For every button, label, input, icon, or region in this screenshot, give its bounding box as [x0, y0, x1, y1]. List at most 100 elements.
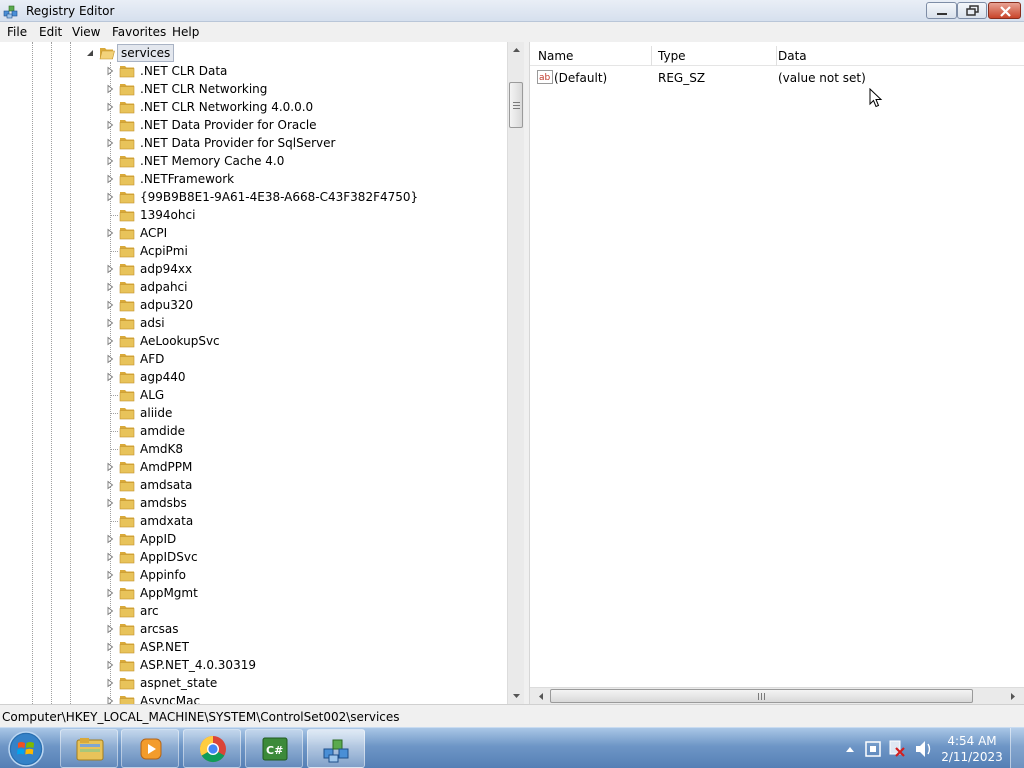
minimize-button[interactable]	[926, 2, 957, 19]
expand-arrow-icon[interactable]	[105, 678, 115, 688]
tree-node[interactable]: amdide	[0, 422, 506, 440]
expand-arrow-icon[interactable]	[105, 606, 115, 616]
column-header-name[interactable]: Name	[538, 49, 573, 63]
expand-arrow-icon[interactable]	[105, 660, 115, 670]
tree-node[interactable]: AmdPPM	[0, 458, 506, 476]
tree-scroll-thumb[interactable]	[509, 82, 523, 128]
menu-view[interactable]: View	[72, 25, 100, 39]
expand-arrow-icon[interactable]	[105, 228, 115, 238]
tree-node[interactable]: AFD	[0, 350, 506, 368]
column-divider-type[interactable]	[776, 46, 777, 66]
taskbar-media-player[interactable]	[121, 729, 179, 768]
start-button[interactable]	[6, 730, 46, 768]
scroll-left-arrow-icon[interactable]	[532, 688, 549, 705]
tree-node[interactable]: ACPI	[0, 224, 506, 242]
tree-node[interactable]: AcpiPmi	[0, 242, 506, 260]
menu-help[interactable]: Help	[172, 25, 199, 39]
restore-button[interactable]	[957, 2, 987, 19]
scroll-right-arrow-icon[interactable]	[1005, 688, 1022, 705]
title-bar[interactable]: Registry Editor	[0, 0, 1024, 22]
values-horizontal-scrollbar[interactable]	[530, 687, 1024, 704]
expand-arrow-icon[interactable]	[105, 84, 115, 94]
show-desktop-button[interactable]	[1010, 728, 1024, 768]
value-row-default[interactable]: ab (Default) REG_SZ (value not set)	[530, 69, 1024, 87]
tree-node[interactable]: amdsata	[0, 476, 506, 494]
taskbar-chrome[interactable]	[183, 729, 241, 768]
tree-node[interactable]: ALG	[0, 386, 506, 404]
tree-node[interactable]: amdsbs	[0, 494, 506, 512]
expand-arrow-icon[interactable]	[105, 336, 115, 346]
close-button[interactable]	[988, 2, 1021, 19]
expand-arrow-icon[interactable]	[105, 498, 115, 508]
expand-arrow-icon[interactable]	[105, 624, 115, 634]
expand-arrow-icon[interactable]	[105, 588, 115, 598]
tree-node[interactable]: .NET Memory Cache 4.0	[0, 152, 506, 170]
menu-edit[interactable]: Edit	[39, 25, 62, 39]
expand-arrow-icon[interactable]	[105, 462, 115, 472]
tree-node[interactable]: 1394ohci	[0, 206, 506, 224]
expand-arrow-icon[interactable]	[105, 552, 115, 562]
expand-arrow-icon[interactable]	[105, 66, 115, 76]
tree-node[interactable]: amdxata	[0, 512, 506, 530]
menu-favorites[interactable]: Favorites	[112, 25, 166, 39]
scroll-up-arrow-icon[interactable]	[508, 42, 525, 59]
expand-arrow-icon[interactable]	[105, 192, 115, 202]
scroll-down-arrow-icon[interactable]	[508, 687, 525, 704]
values-scroll-thumb[interactable]	[550, 689, 973, 703]
expand-arrow-icon[interactable]	[105, 570, 115, 580]
tree-node-services[interactable]: services	[0, 44, 506, 62]
tree-node[interactable]: AppIDSvc	[0, 548, 506, 566]
expand-arrow-icon[interactable]	[105, 282, 115, 292]
tree-node[interactable]: .NET Data Provider for SqlServer	[0, 134, 506, 152]
tree-node[interactable]: adsi	[0, 314, 506, 332]
tree-node[interactable]: agp440	[0, 368, 506, 386]
expand-arrow-icon[interactable]	[105, 480, 115, 490]
tree-node[interactable]: AeLookupSvc	[0, 332, 506, 350]
expand-arrow-icon[interactable]	[105, 300, 115, 310]
expand-arrow-icon[interactable]	[105, 696, 115, 704]
tree-node[interactable]: aliide	[0, 404, 506, 422]
tree-node[interactable]: .NET CLR Data	[0, 62, 506, 80]
tree-node[interactable]: AppID	[0, 530, 506, 548]
taskbar-registry-editor[interactable]	[307, 729, 365, 768]
expand-arrow-icon[interactable]	[105, 354, 115, 364]
registry-tree-pane[interactable]: services .NET CLR Data .NET CLR Networkin…	[0, 42, 524, 704]
column-divider-name[interactable]	[651, 46, 652, 66]
expand-arrow-icon[interactable]	[105, 534, 115, 544]
tree-vertical-scrollbar[interactable]	[507, 42, 524, 704]
expand-arrow-icon[interactable]	[105, 174, 115, 184]
tree-node[interactable]: AmdK8	[0, 440, 506, 458]
taskbar-explorer[interactable]	[60, 729, 118, 768]
expand-arrow-icon[interactable]	[105, 120, 115, 130]
tree-node[interactable]: Appinfo	[0, 566, 506, 584]
tree-node[interactable]: aspnet_state	[0, 674, 506, 692]
taskbar-clock[interactable]: 4:54 AM 2/11/2023	[940, 733, 1004, 765]
expand-arrow-icon[interactable]	[105, 264, 115, 274]
tree-node[interactable]: ASP.NET_4.0.30319	[0, 656, 506, 674]
tree-node[interactable]: arcsas	[0, 620, 506, 638]
column-header-data[interactable]: Data	[778, 49, 807, 63]
tree-node[interactable]: AppMgmt	[0, 584, 506, 602]
registry-values-pane[interactable]: Name Type Data ab (Default) REG_SZ (valu…	[529, 42, 1024, 704]
column-header-type[interactable]: Type	[658, 49, 686, 63]
tree-node[interactable]: .NET CLR Networking 4.0.0.0	[0, 98, 506, 116]
expand-arrow-icon[interactable]	[105, 642, 115, 652]
tree-node[interactable]: arc	[0, 602, 506, 620]
taskbar-csharp[interactable]: C#	[245, 729, 303, 768]
collapse-arrow-icon[interactable]	[86, 48, 96, 58]
expand-arrow-icon[interactable]	[105, 372, 115, 382]
menu-file[interactable]: File	[7, 25, 27, 39]
expand-arrow-icon[interactable]	[105, 318, 115, 328]
expand-arrow-icon[interactable]	[105, 102, 115, 112]
tree-node[interactable]: adp94xx	[0, 260, 506, 278]
expand-arrow-icon[interactable]	[105, 156, 115, 166]
tree-node[interactable]: adpahci	[0, 278, 506, 296]
tree-node[interactable]: ASP.NET	[0, 638, 506, 656]
tree-node[interactable]: .NETFramework	[0, 170, 506, 188]
tree-node[interactable]: .NET Data Provider for Oracle	[0, 116, 506, 134]
tree-node[interactable]: {99B9B8E1-9A61-4E38-A668-C43F382F4750}	[0, 188, 506, 206]
expand-arrow-icon[interactable]	[105, 138, 115, 148]
tree-node[interactable]: adpu320	[0, 296, 506, 314]
tree-node[interactable]: .NET CLR Networking	[0, 80, 506, 98]
tree-node[interactable]: AsyncMac	[0, 692, 506, 704]
